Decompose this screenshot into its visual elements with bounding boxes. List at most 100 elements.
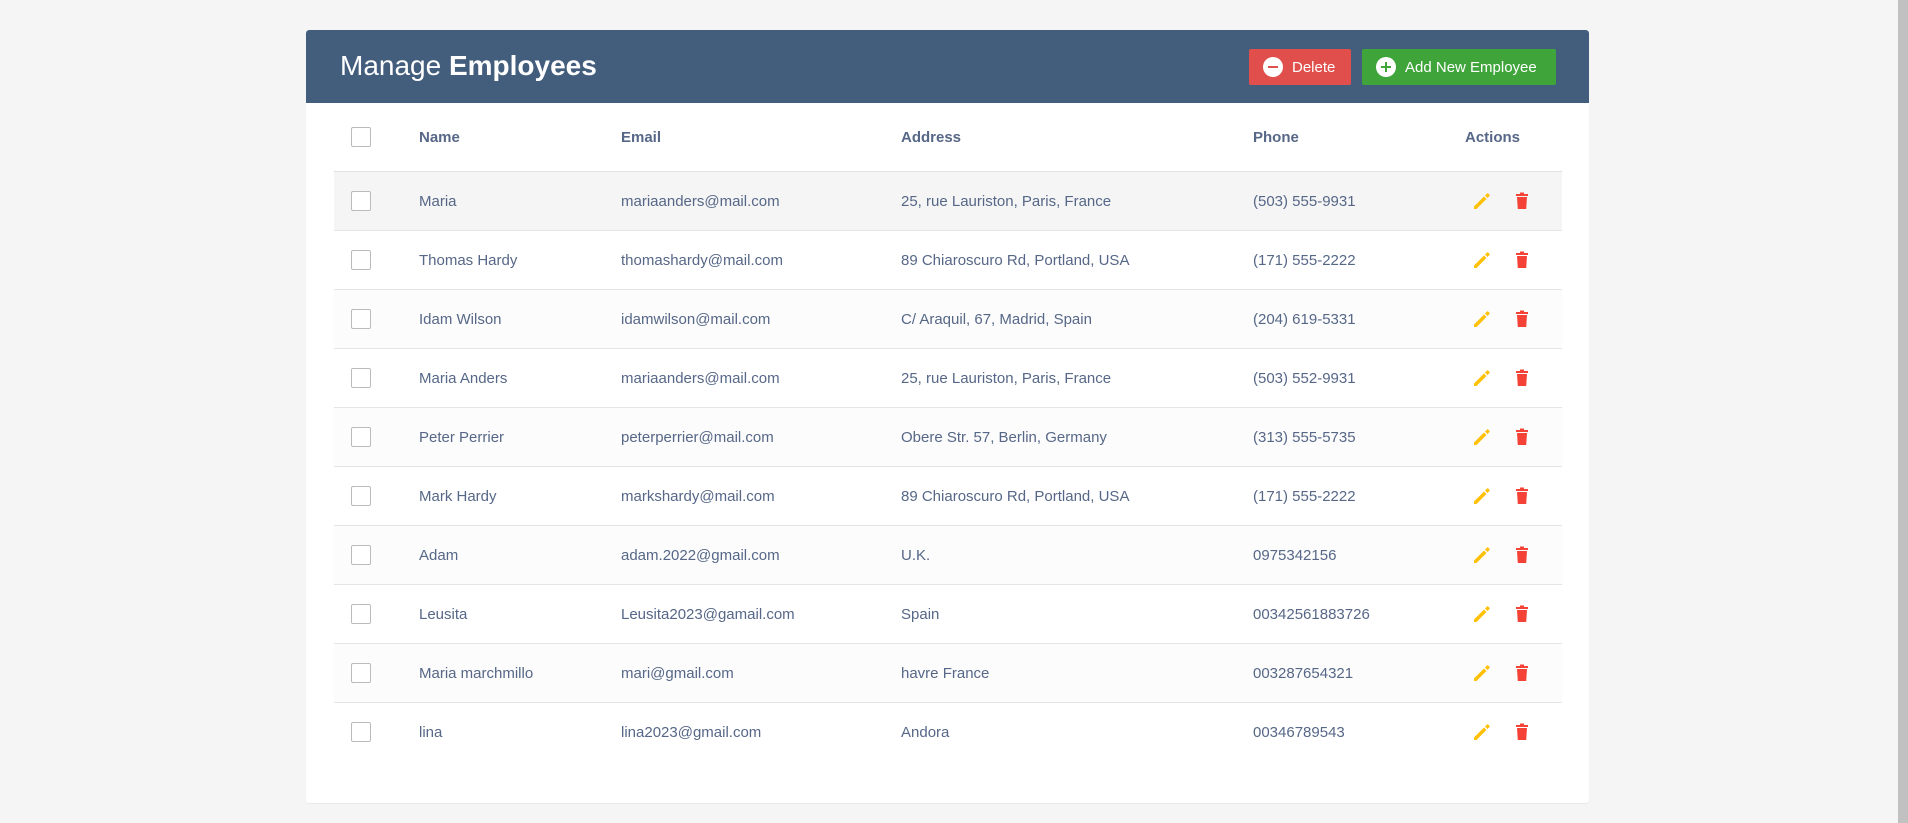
- table-row: Peter Perrier peterperrier@mail.com Obere …: [334, 407, 1562, 467]
- row-checkbox[interactable]: [351, 250, 371, 270]
- table-body: Maria mariaanders@mail.com 25, rue Laurist…: [334, 171, 1562, 762]
- pencil-icon[interactable]: [1471, 662, 1493, 684]
- panel-header: Manage Employees Delete Add New Employee: [306, 30, 1589, 103]
- employee-email: Leusita2023@gamail.com: [621, 584, 901, 644]
- employee-address: C/ Araquil, 67, Madrid, Spain: [901, 289, 1253, 349]
- table-row: Leusita Leusita2023@gamail.com Spain 003425…: [334, 584, 1562, 644]
- trash-icon[interactable]: [1511, 603, 1533, 625]
- row-select-cell: [334, 348, 419, 408]
- employee-phone: 003287654321: [1253, 643, 1465, 703]
- row-actions-cell: [1465, 407, 1562, 467]
- employee-name: Thomas Hardy: [419, 230, 621, 290]
- page-scrollbar[interactable]: [1898, 0, 1908, 823]
- pencil-icon[interactable]: [1471, 426, 1493, 448]
- row-checkbox[interactable]: [351, 427, 371, 447]
- row-actions: [1465, 308, 1562, 330]
- employee-address: Spain: [901, 584, 1253, 644]
- row-actions: [1465, 367, 1562, 389]
- row-checkbox[interactable]: [351, 191, 371, 211]
- row-checkbox[interactable]: [351, 309, 371, 329]
- trash-icon[interactable]: [1511, 308, 1533, 330]
- employee-name: Maria Anders: [419, 348, 621, 408]
- pencil-icon[interactable]: [1471, 308, 1493, 330]
- employee-name: Idam Wilson: [419, 289, 621, 349]
- table-row: Maria marchmillo mari@gmail.com havre Fran…: [334, 643, 1562, 703]
- employee-phone: (503) 555-9931: [1253, 171, 1465, 231]
- page-scrollbar-thumb[interactable]: [1898, 0, 1908, 823]
- employee-phone: 0975342156: [1253, 525, 1465, 585]
- employee-email: adam.2022@gmail.com: [621, 525, 901, 585]
- add-new-employee-button[interactable]: Add New Employee: [1362, 49, 1556, 85]
- pencil-icon[interactable]: [1471, 721, 1493, 743]
- employee-address: havre France: [901, 643, 1253, 703]
- minus-circle-icon: [1263, 57, 1283, 77]
- row-select-cell: [334, 584, 419, 644]
- employee-email: idamwilson@mail.com: [621, 289, 901, 349]
- row-actions-cell: [1465, 171, 1562, 231]
- select-all-checkbox[interactable]: [351, 127, 371, 147]
- row-checkbox[interactable]: [351, 545, 371, 565]
- delete-button-label: Delete: [1292, 58, 1336, 76]
- trash-icon[interactable]: [1511, 367, 1533, 389]
- employee-email: mari@gmail.com: [621, 643, 901, 703]
- employees-panel: Manage Employees Delete Add New Employee…: [306, 30, 1589, 803]
- column-header-phone: Phone: [1253, 103, 1465, 172]
- row-select-cell: [334, 289, 419, 349]
- employee-phone: (171) 555-2222: [1253, 466, 1465, 526]
- row-actions-cell: [1465, 348, 1562, 408]
- employee-email: peterperrier@mail.com: [621, 407, 901, 467]
- employee-email: mariaanders@mail.com: [621, 171, 901, 231]
- trash-icon[interactable]: [1511, 426, 1533, 448]
- employee-email: thomashardy@mail.com: [621, 230, 901, 290]
- pencil-icon[interactable]: [1471, 367, 1493, 389]
- pencil-icon[interactable]: [1471, 249, 1493, 271]
- row-checkbox[interactable]: [351, 663, 371, 683]
- employee-address: 25, rue Lauriston, Paris, France: [901, 171, 1253, 231]
- row-actions: [1465, 249, 1562, 271]
- trash-icon[interactable]: [1511, 190, 1533, 212]
- employee-email: markshardy@mail.com: [621, 466, 901, 526]
- row-checkbox[interactable]: [351, 604, 371, 624]
- row-checkbox[interactable]: [351, 722, 371, 742]
- trash-icon[interactable]: [1511, 544, 1533, 566]
- trash-icon[interactable]: [1511, 662, 1533, 684]
- trash-icon[interactable]: [1511, 485, 1533, 507]
- table-row: Maria Anders mariaanders@mail.com 25, rue …: [334, 348, 1562, 408]
- page-title-light: Manage: [340, 50, 442, 81]
- employee-address: 89 Chiaroscuro Rd, Portland, USA: [901, 466, 1253, 526]
- column-header-name: Name: [419, 103, 621, 172]
- row-select-cell: [334, 643, 419, 703]
- row-actions-cell: [1465, 643, 1562, 703]
- row-select-cell: [334, 230, 419, 290]
- employee-email: mariaanders@mail.com: [621, 348, 901, 408]
- employee-phone: (503) 552-9931: [1253, 348, 1465, 408]
- pencil-icon[interactable]: [1471, 603, 1493, 625]
- row-actions: [1465, 721, 1562, 743]
- employee-name: Maria marchmillo: [419, 643, 621, 703]
- row-actions: [1465, 662, 1562, 684]
- row-actions-cell: [1465, 289, 1562, 349]
- pencil-icon[interactable]: [1471, 544, 1493, 566]
- row-checkbox[interactable]: [351, 368, 371, 388]
- row-actions: [1465, 485, 1562, 507]
- row-actions: [1465, 544, 1562, 566]
- column-header-actions: Actions: [1465, 103, 1562, 172]
- pencil-icon[interactable]: [1471, 190, 1493, 212]
- add-button-label: Add New Employee: [1405, 58, 1537, 76]
- row-actions-cell: [1465, 703, 1562, 762]
- delete-button[interactable]: Delete: [1249, 49, 1351, 85]
- row-actions: [1465, 603, 1562, 625]
- employee-phone: 00342561883726: [1253, 584, 1465, 644]
- row-checkbox[interactable]: [351, 486, 371, 506]
- table-row: lina lina2023@gmail.com Andora 00346789543: [334, 703, 1562, 762]
- trash-icon[interactable]: [1511, 721, 1533, 743]
- table-row: Maria mariaanders@mail.com 25, rue Laurist…: [334, 171, 1562, 231]
- page-title: Manage Employees: [340, 49, 597, 83]
- plus-circle-icon: [1376, 57, 1396, 77]
- employee-email: lina2023@gmail.com: [621, 723, 762, 741]
- pencil-icon[interactable]: [1471, 485, 1493, 507]
- employee-name: Leusita: [419, 584, 621, 644]
- header-select-all-cell: [334, 103, 419, 172]
- column-header-address: Address: [901, 103, 1253, 172]
- trash-icon[interactable]: [1511, 249, 1533, 271]
